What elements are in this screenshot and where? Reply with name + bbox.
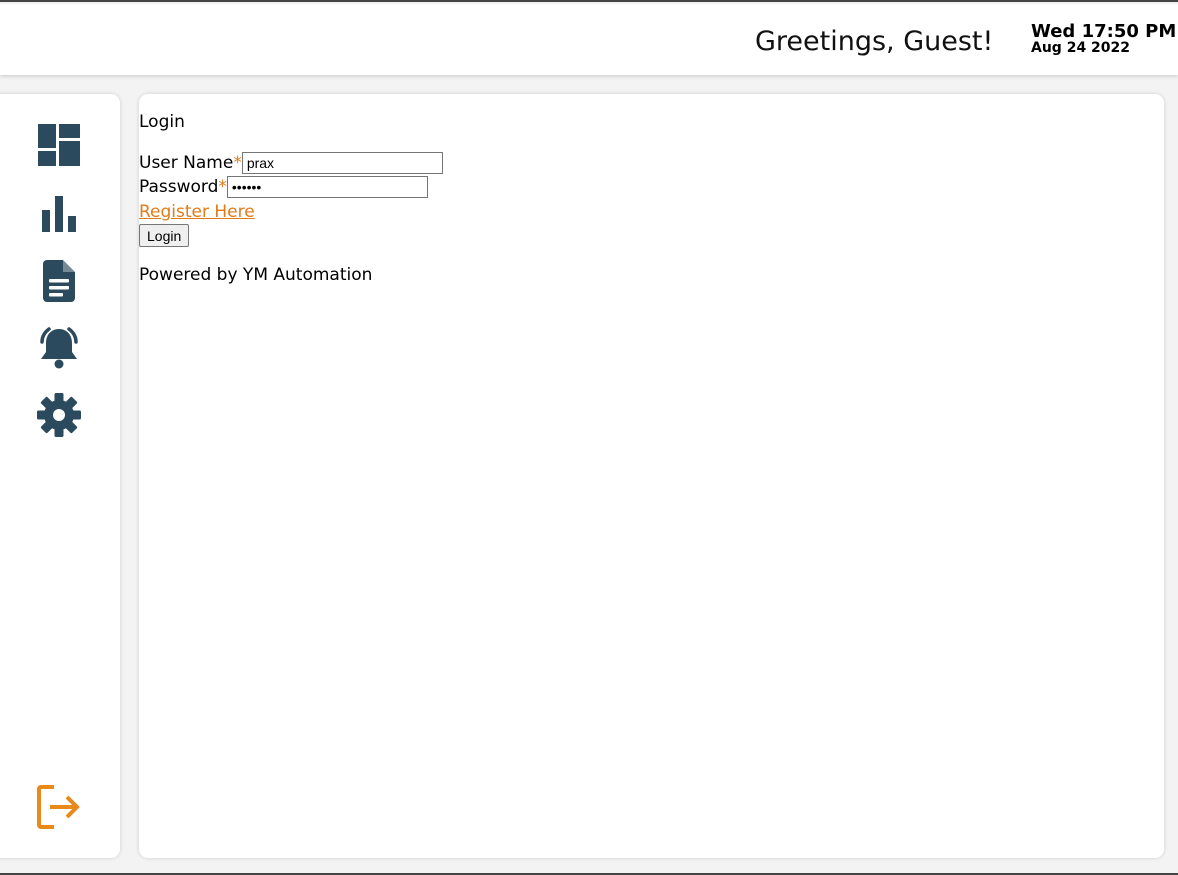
- clock: Wed 17:50 PM Aug 24 2022: [1031, 22, 1176, 56]
- clock-time: Wed 17:50 PM: [1031, 21, 1177, 42]
- required-marker: *: [233, 153, 242, 173]
- password-row: Password *: [139, 176, 428, 198]
- top-bar: Greetings, Guest! Wed 17:50 PM Aug 24 20…: [0, 4, 1178, 75]
- document-icon[interactable]: [35, 257, 83, 305]
- username-row: User Name *: [139, 152, 443, 174]
- login-button[interactable]: Login: [139, 224, 190, 247]
- required-marker: *: [218, 177, 227, 197]
- bar-chart-icon[interactable]: [35, 190, 83, 238]
- username-label: User Name: [139, 153, 234, 173]
- register-link[interactable]: Register Here: [139, 202, 255, 222]
- clock-date: Aug 24 2022: [1031, 40, 1131, 56]
- password-label: Password: [139, 177, 219, 197]
- main-panel: Login User Name* Password* Register Here…: [139, 94, 1164, 858]
- gear-icon[interactable]: [35, 391, 83, 439]
- password-input[interactable]: [226, 176, 428, 198]
- username-input[interactable]: [241, 152, 443, 174]
- dashboard-icon[interactable]: [35, 121, 83, 169]
- app-frame: Greetings, Guest! Wed 17:50 PM Aug 24 20…: [0, 0, 1178, 875]
- sidebar: [0, 94, 120, 858]
- logout-icon[interactable]: [34, 783, 82, 831]
- powered-by-text: Powered by YM Automation: [139, 265, 373, 285]
- login-title: Login: [139, 112, 185, 132]
- greeting-text: Greetings, Guest!: [755, 26, 994, 57]
- alarm-bell-icon[interactable]: [35, 324, 83, 372]
